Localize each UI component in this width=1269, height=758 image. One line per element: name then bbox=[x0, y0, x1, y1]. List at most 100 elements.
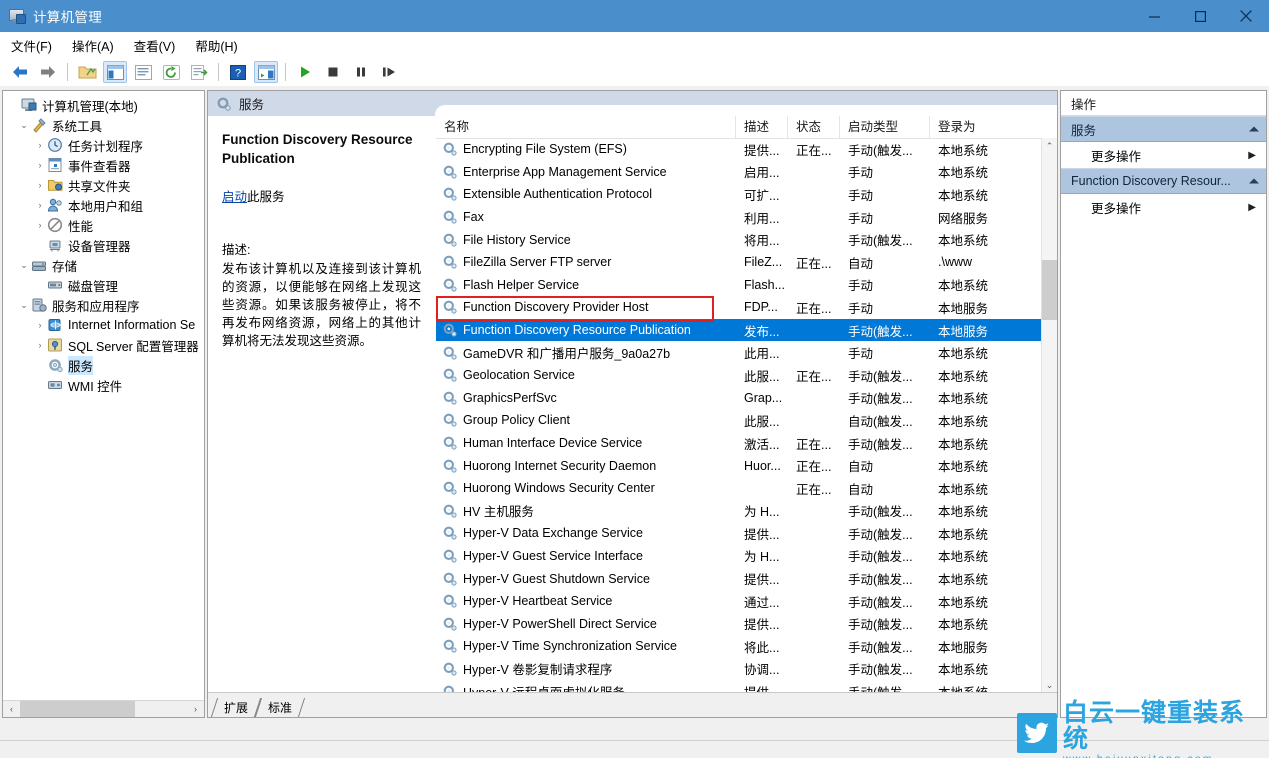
start-service-link[interactable]: 启动 bbox=[222, 190, 247, 204]
action-more-actions-selected-service[interactable]: 更多操作 ▶ bbox=[1061, 194, 1266, 220]
show-action-pane-icon[interactable] bbox=[254, 61, 278, 83]
menu-action[interactable]: 操作(A) bbox=[63, 33, 123, 58]
refresh-icon[interactable] bbox=[159, 61, 183, 83]
chevron-up-icon[interactable] bbox=[1248, 174, 1260, 188]
table-row[interactable]: Enterprise App Management Service启用...手动… bbox=[436, 161, 1041, 184]
table-row[interactable]: Encrypting File System (EFS)提供...正在...手动… bbox=[436, 138, 1041, 161]
column-header-log-on-as[interactable]: 登录为 bbox=[930, 116, 1020, 138]
services-list-scrollbar[interactable]: ⌃ ⌄ bbox=[1041, 138, 1057, 693]
column-header-status[interactable]: 状态 bbox=[788, 116, 840, 138]
scroll-track[interactable] bbox=[20, 701, 187, 718]
table-row[interactable]: Hyper-V Data Exchange Service提供...手动(触发.… bbox=[436, 522, 1041, 545]
menu-file[interactable]: 文件(F) bbox=[2, 33, 61, 58]
expander-collapsed[interactable]: › bbox=[33, 197, 47, 213]
scroll-thumb[interactable] bbox=[1042, 260, 1057, 320]
properties-icon[interactable] bbox=[131, 61, 155, 83]
tab-standard[interactable]: 标准 bbox=[258, 698, 302, 717]
expander-expanded[interactable]: ⌄ bbox=[17, 297, 31, 313]
sidebar-item-services[interactable]: 服务 bbox=[3, 355, 204, 375]
column-header-description[interactable]: 描述 bbox=[736, 116, 788, 138]
scroll-right-icon[interactable]: › bbox=[187, 701, 204, 718]
tree-node-sql-server-config[interactable]: › SQL Server 配置管理器 bbox=[3, 335, 204, 355]
table-row[interactable]: Hyper-V Time Synchronization Service将此..… bbox=[436, 635, 1041, 658]
tree-node-shared-folders[interactable]: › 共享文件夹 bbox=[3, 175, 204, 195]
show-hide-console-tree-icon[interactable] bbox=[103, 61, 127, 83]
expander-collapsed[interactable]: › bbox=[33, 157, 47, 173]
table-row[interactable]: Hyper-V Guest Service Interface为 H...手动(… bbox=[436, 545, 1041, 568]
expander-collapsed[interactable]: › bbox=[33, 317, 47, 333]
help-icon[interactable]: ? bbox=[226, 61, 250, 83]
scroll-left-icon[interactable]: ‹ bbox=[3, 701, 20, 718]
table-row[interactable]: Hyper-V 卷影复制请求程序协调...手动(触发...本地系统 bbox=[436, 658, 1041, 681]
table-row[interactable]: Huorong Internet Security DaemonHuor...正… bbox=[436, 454, 1041, 477]
tree-node-performance[interactable]: › 性能 bbox=[3, 215, 204, 235]
table-row[interactable]: HV 主机服务为 H...手动(触发...本地系统 bbox=[436, 500, 1041, 523]
tree-node-iis[interactable]: › Internet Information Se bbox=[3, 315, 204, 335]
menu-view[interactable]: 查看(V) bbox=[125, 33, 185, 58]
expander-expanded[interactable]: ⌄ bbox=[17, 257, 31, 273]
watermark-url: www.baiyunxitong.com bbox=[1063, 753, 1265, 758]
table-row[interactable]: FileZilla Server FTP serverFileZ...正在...… bbox=[436, 251, 1041, 274]
cell-description: 激活... bbox=[736, 434, 788, 453]
back-arrow-icon[interactable] bbox=[8, 61, 32, 83]
stop-service-icon[interactable] bbox=[321, 61, 345, 83]
scroll-down-icon[interactable]: ⌄ bbox=[1042, 677, 1057, 693]
tree-node-label: 共享文件夹 bbox=[68, 176, 131, 195]
table-row-selected[interactable]: Function Discovery Resource Publication发… bbox=[436, 319, 1041, 342]
table-row[interactable]: Function Discovery Provider HostFDP...正在… bbox=[436, 296, 1041, 319]
scroll-thumb[interactable] bbox=[20, 701, 135, 718]
start-service-icon[interactable] bbox=[293, 61, 317, 83]
column-header-name[interactable]: 名称 bbox=[436, 116, 736, 138]
close-button[interactable] bbox=[1223, 0, 1269, 32]
expander-collapsed[interactable]: › bbox=[33, 137, 47, 153]
table-row[interactable]: Hyper-V Guest Shutdown Service提供...手动(触发… bbox=[436, 567, 1041, 590]
view-tab-strip: 扩展 标准 bbox=[208, 692, 1057, 717]
table-row[interactable]: Human Interface Device Service激活...正在...… bbox=[436, 432, 1041, 455]
cell-log-on-as: 本地系统 bbox=[930, 343, 1020, 362]
expander-expanded[interactable]: ⌄ bbox=[17, 117, 31, 133]
tree-horizontal-scrollbar[interactable]: ‹ › bbox=[3, 700, 204, 717]
chevron-up-icon[interactable] bbox=[1248, 122, 1260, 136]
actions-section-selected-service[interactable]: Function Discovery Resour... bbox=[1061, 168, 1266, 194]
pause-service-icon[interactable] bbox=[349, 61, 373, 83]
maximize-button[interactable] bbox=[1177, 0, 1223, 32]
tree-node-device-manager[interactable]: 设备管理器 bbox=[3, 235, 204, 255]
minimize-button[interactable] bbox=[1131, 0, 1177, 32]
actions-section-services[interactable]: 服务 bbox=[1061, 116, 1266, 142]
expander-collapsed[interactable]: › bbox=[33, 177, 47, 193]
tree-node-event-viewer[interactable]: › 事件查看器 bbox=[3, 155, 204, 175]
table-row[interactable]: Hyper-V PowerShell Direct Service提供...手动… bbox=[436, 612, 1041, 635]
table-row[interactable]: Flash Helper ServiceFlash...手动本地系统 bbox=[436, 274, 1041, 297]
tree-node-label: 服务 bbox=[68, 356, 93, 375]
table-row[interactable]: GraphicsPerfSvcGrap...手动(触发...本地系统 bbox=[436, 387, 1041, 410]
cell-startup-type: 自动(触发... bbox=[840, 411, 930, 430]
up-folder-icon[interactable] bbox=[75, 61, 99, 83]
action-more-actions-services[interactable]: 更多操作 ▶ bbox=[1061, 142, 1266, 168]
scroll-up-icon[interactable]: ⌃ bbox=[1042, 138, 1057, 154]
table-row[interactable]: Geolocation Service此服...正在...手动(触发...本地系… bbox=[436, 364, 1041, 387]
forward-arrow-icon[interactable] bbox=[36, 61, 60, 83]
table-row[interactable]: Fax利用...手动网络服务 bbox=[436, 206, 1041, 229]
tree-node-task-scheduler[interactable]: › 任务计划程序 bbox=[3, 135, 204, 155]
table-row[interactable]: File History Service将用...手动(触发...本地系统 bbox=[436, 228, 1041, 251]
tree-node-storage[interactable]: ⌄ 存储 bbox=[3, 255, 204, 275]
export-list-icon[interactable] bbox=[187, 61, 211, 83]
table-row[interactable]: Huorong Windows Security Center正在...自动本地… bbox=[436, 477, 1041, 500]
column-header-startup-type[interactable]: 启动类型 bbox=[840, 116, 930, 138]
table-row[interactable]: Group Policy Client此服...自动(触发...本地系统 bbox=[436, 409, 1041, 432]
tree-node-services-and-applications[interactable]: ⌄ 服务和应用程序 bbox=[3, 295, 204, 315]
expander-collapsed[interactable]: › bbox=[33, 337, 47, 353]
tree-node-disk-management[interactable]: 磁盘管理 bbox=[3, 275, 204, 295]
tree-node-computer-management[interactable]: 计算机管理(本地) bbox=[3, 95, 204, 115]
tree-node-wmi-control[interactable]: WMI 控件 bbox=[3, 375, 204, 395]
table-row[interactable]: Hyper-V Heartbeat Service通过...手动(触发...本地… bbox=[436, 590, 1041, 613]
menu-help[interactable]: 帮助(H) bbox=[186, 33, 246, 58]
tree-node-system-tools[interactable]: ⌄ 系统工具 bbox=[3, 115, 204, 135]
restart-service-icon[interactable] bbox=[377, 61, 401, 83]
expander-collapsed[interactable]: › bbox=[33, 217, 47, 233]
table-row[interactable]: Extensible Authentication Protocol可扩...手… bbox=[436, 183, 1041, 206]
table-row[interactable]: GameDVR 和广播用户服务_9a0a27b此用...手动本地系统 bbox=[436, 341, 1041, 364]
cell-log-on-as: 本地服务 bbox=[930, 298, 1020, 317]
tree-node-local-users-groups[interactable]: › 本地用户和组 bbox=[3, 195, 204, 215]
tab-extended[interactable]: 扩展 bbox=[214, 698, 258, 717]
